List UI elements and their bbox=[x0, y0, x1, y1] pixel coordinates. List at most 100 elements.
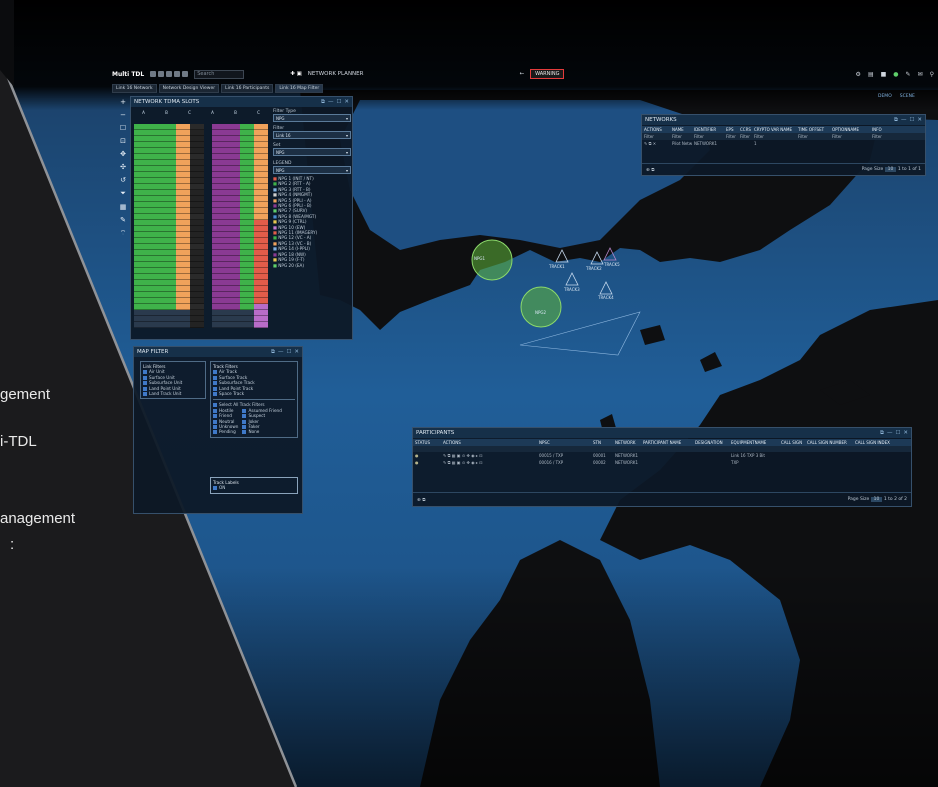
table-header[interactable]: STN bbox=[591, 439, 613, 446]
map-filter-titlebar[interactable]: MAP FILTER ⧉ — ☐ ✕ bbox=[134, 347, 302, 357]
folder-icon[interactable]: ✚ ▣ bbox=[290, 71, 302, 77]
track-filter-item[interactable]: Space Track bbox=[213, 391, 295, 397]
track-labels-toggle[interactable]: ON bbox=[213, 485, 295, 491]
select-icon[interactable]: ☐ bbox=[120, 124, 126, 132]
table-header[interactable]: INFO bbox=[870, 126, 925, 133]
mode-button-3[interactable] bbox=[166, 71, 173, 77]
checkbox[interactable] bbox=[242, 430, 247, 435]
table-header[interactable]: TIME OFFSET bbox=[796, 126, 830, 133]
checkbox[interactable] bbox=[143, 375, 147, 380]
table-cell[interactable]: NETWORK1 bbox=[613, 452, 641, 459]
mode-button-2[interactable] bbox=[158, 71, 165, 77]
checkbox[interactable] bbox=[143, 370, 147, 375]
square-icon[interactable]: ■ bbox=[881, 71, 887, 78]
page-size-select[interactable]: 10 bbox=[884, 167, 897, 172]
add-icon[interactable]: ⊕ ⧉ bbox=[417, 497, 425, 503]
tab-link16-participants[interactable]: Link 16 Participants bbox=[221, 84, 274, 93]
table-cell[interactable]: 00002 bbox=[591, 459, 613, 466]
link-filter-item[interactable]: Land Track Unit bbox=[143, 391, 203, 397]
mode-button-1[interactable] bbox=[150, 71, 157, 77]
tdma-slot[interactable] bbox=[226, 322, 240, 328]
table-cell[interactable]: 00016 / TXP bbox=[537, 459, 591, 466]
table-header[interactable]: ACTIONS bbox=[441, 439, 537, 446]
checkbox[interactable] bbox=[213, 425, 217, 430]
table-header[interactable]: EQUIPMENTNAME bbox=[729, 439, 779, 446]
checkbox[interactable] bbox=[213, 375, 217, 380]
popout-icon[interactable]: ⧉ bbox=[321, 99, 325, 106]
table-cell[interactable] bbox=[779, 459, 805, 466]
status-dot-icon[interactable]: ● bbox=[413, 452, 441, 459]
scene-label-2[interactable]: SCENE bbox=[900, 94, 915, 99]
filter-cell[interactable]: Filter bbox=[724, 133, 738, 140]
search-input[interactable]: Search bbox=[194, 69, 245, 79]
network-planner-label[interactable]: NETWORK PLANNER bbox=[308, 71, 364, 77]
zoom-out-icon[interactable]: − bbox=[120, 111, 126, 119]
layers-icon[interactable]: ▤ bbox=[868, 71, 874, 78]
minimize-icon[interactable]: — bbox=[901, 117, 907, 124]
legend-select[interactable]: NPG ▾ bbox=[273, 166, 351, 174]
checkbox[interactable] bbox=[213, 386, 217, 391]
filter-cell[interactable]: Filter bbox=[738, 133, 752, 140]
mode-button-4[interactable] bbox=[174, 71, 181, 77]
row-actions[interactable]: ✎ ⧉ ▦ ▣ ⊙ ✥ ◉ ▸ ⊡ bbox=[441, 452, 537, 459]
tdma-slot[interactable] bbox=[162, 322, 176, 328]
mail-icon[interactable]: ✉ bbox=[918, 71, 923, 78]
checkbox[interactable] bbox=[213, 381, 217, 386]
minimize-icon[interactable]: — bbox=[328, 99, 334, 106]
table-cell[interactable] bbox=[779, 452, 805, 459]
tab-network-design-viewer[interactable]: Network Design Viewer bbox=[158, 84, 220, 93]
checkbox[interactable] bbox=[242, 425, 247, 430]
popout-icon[interactable]: ⧉ bbox=[880, 430, 884, 437]
identity-filter-item[interactable]: None bbox=[242, 429, 281, 435]
table-header[interactable]: NPSC bbox=[537, 439, 591, 446]
table-header[interactable]: PARTICIPANT NAME bbox=[641, 439, 693, 446]
page-size-select[interactable]: 10 bbox=[870, 497, 883, 502]
checkbox[interactable] bbox=[143, 381, 147, 386]
tdma-slot[interactable] bbox=[212, 322, 226, 328]
table-cell[interactable] bbox=[805, 452, 853, 459]
checkbox[interactable] bbox=[242, 419, 247, 424]
mode-button-5[interactable] bbox=[182, 71, 189, 77]
add-icon[interactable]: ⊕ ⧉ bbox=[646, 167, 654, 173]
table-cell[interactable] bbox=[693, 452, 729, 459]
table-header[interactable]: ACTIONS bbox=[642, 126, 670, 133]
tdma-slot[interactable] bbox=[134, 322, 148, 328]
tdma-slot[interactable] bbox=[190, 322, 204, 328]
popout-icon[interactable]: ⧉ bbox=[271, 349, 275, 356]
zoom-in-icon[interactable]: + bbox=[120, 98, 126, 106]
table-cell[interactable] bbox=[805, 459, 853, 466]
scene-label-1[interactable]: DEMO bbox=[878, 94, 892, 99]
filter-cell[interactable]: Filter bbox=[830, 133, 870, 140]
fit-icon[interactable]: ⊡ bbox=[120, 137, 126, 145]
checkbox[interactable] bbox=[213, 408, 217, 413]
table-header[interactable]: NAME bbox=[670, 126, 692, 133]
move-icon[interactable]: ✣ bbox=[120, 163, 126, 171]
status-dot-icon[interactable]: ● bbox=[413, 459, 441, 466]
filter-cell[interactable]: Filter bbox=[752, 133, 796, 140]
checkbox[interactable] bbox=[213, 430, 217, 435]
table-cell[interactable]: Link 16 TXP 3 Bit bbox=[729, 452, 779, 459]
row-actions[interactable]: ✎ ⧉ ✕ bbox=[642, 140, 670, 147]
checkbox[interactable] bbox=[143, 386, 147, 391]
filter-icon[interactable]: ⏷ bbox=[120, 189, 126, 198]
tdma-window-titlebar[interactable]: NETWORK TDMA SLOTS ⧉ — ☐ ✕ bbox=[131, 97, 352, 107]
checkbox[interactable] bbox=[213, 486, 217, 491]
close-icon[interactable]: ✕ bbox=[294, 349, 299, 356]
pen-icon[interactable]: ✎ bbox=[906, 71, 911, 78]
table-cell[interactable]: Pilot Network bbox=[670, 140, 692, 147]
filter-cell[interactable]: Filter bbox=[796, 133, 830, 140]
popout-icon[interactable]: ⧉ bbox=[894, 117, 898, 124]
minimize-icon[interactable]: — bbox=[278, 349, 284, 356]
tdma-slot[interactable] bbox=[254, 322, 268, 328]
back-arrow-icon[interactable]: ← bbox=[519, 71, 524, 77]
table-cell[interactable] bbox=[830, 140, 870, 147]
checkbox[interactable] bbox=[143, 392, 147, 397]
tab-link16-network[interactable]: Link 16 Network bbox=[112, 84, 157, 93]
checkbox[interactable] bbox=[213, 392, 217, 397]
warning-badge[interactable]: WARNING bbox=[530, 69, 565, 79]
table-header[interactable]: EPS bbox=[724, 126, 738, 133]
set-select[interactable]: NPG ▾ bbox=[273, 148, 351, 156]
checkbox[interactable] bbox=[213, 419, 217, 424]
maximize-icon[interactable]: ☐ bbox=[286, 349, 291, 356]
filter-type-select[interactable]: NPG ▾ bbox=[273, 114, 351, 122]
